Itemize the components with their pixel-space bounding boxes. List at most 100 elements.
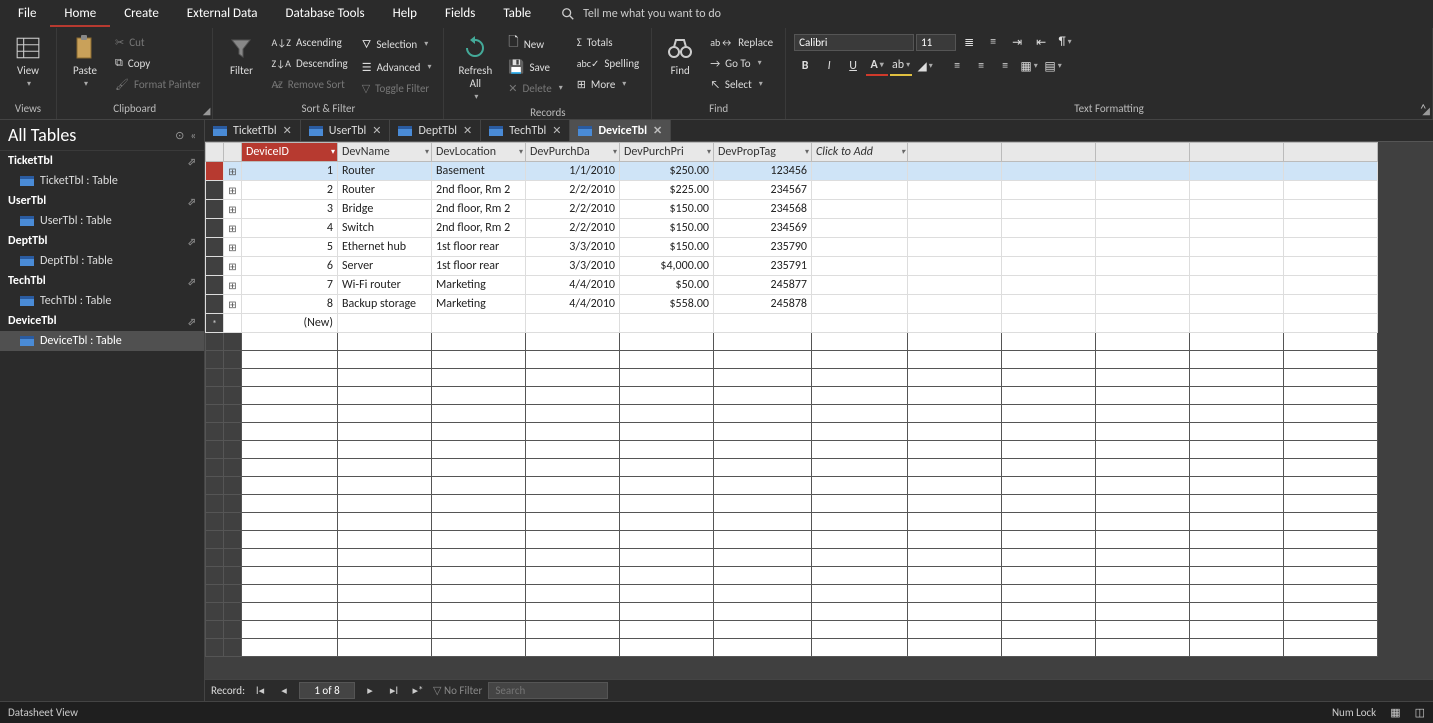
expand-row-button[interactable]: ⊞ xyxy=(224,276,242,295)
highlight-button[interactable]: ab▾ xyxy=(890,56,912,76)
empty-cell[interactable] xyxy=(908,200,1002,219)
prev-record-button[interactable]: ◂ xyxy=(275,684,293,697)
column-header-click-to-add[interactable]: Click to Add▾ xyxy=(812,143,908,162)
empty-cell[interactable] xyxy=(1190,295,1284,314)
empty-cell[interactable] xyxy=(1096,314,1190,333)
cell-devname[interactable]: Wi-Fi router xyxy=(338,276,432,295)
cell-devname[interactable]: Bridge xyxy=(338,200,432,219)
empty-cell[interactable] xyxy=(1284,219,1378,238)
cell-devlocation[interactable]: 2nd floor, Rm 2 xyxy=(432,219,526,238)
chevron-down-icon[interactable]: ▾ xyxy=(519,147,523,157)
more-button[interactable]: ⊞More▾ xyxy=(573,74,644,94)
table-row[interactable]: ⊞6Server1st floor rear3/3/2010$4,000.002… xyxy=(206,257,1378,276)
cell-devlocation[interactable]: 2nd floor, Rm 2 xyxy=(432,181,526,200)
cell-devname[interactable]: Backup storage xyxy=(338,295,432,314)
first-record-button[interactable]: I◂ xyxy=(251,684,269,697)
close-icon[interactable]: ✕ xyxy=(283,124,292,137)
cell-deviceid[interactable]: 1 xyxy=(242,162,338,181)
cell-devpurchda[interactable]: 1/1/2010 xyxy=(526,162,620,181)
row-selector-new[interactable]: * xyxy=(206,314,224,333)
font-name-combo[interactable] xyxy=(794,34,914,51)
row-selector[interactable] xyxy=(206,238,224,257)
expand-row-button[interactable]: ⊞ xyxy=(224,219,242,238)
cell-deviceid[interactable]: 7 xyxy=(242,276,338,295)
chevron-down-icon[interactable]: ▾ xyxy=(805,147,809,157)
cell-devpurchpri[interactable]: $150.00 xyxy=(620,219,714,238)
empty-cell[interactable] xyxy=(1002,200,1096,219)
font-color-button[interactable]: A▾ xyxy=(866,56,888,76)
empty-cell[interactable] xyxy=(1002,162,1096,181)
menu-external-data[interactable]: External Data xyxy=(173,2,272,27)
empty-cell[interactable] xyxy=(1190,276,1284,295)
column-header-devname[interactable]: DevName▾ xyxy=(338,143,432,162)
empty-cell[interactable] xyxy=(1190,200,1284,219)
empty-cell[interactable] xyxy=(908,219,1002,238)
select-button[interactable]: ↖Select▾ xyxy=(706,74,777,94)
cell-devpurchpri[interactable]: $225.00 xyxy=(620,181,714,200)
chevron-down-icon[interactable]: ▾ xyxy=(707,147,711,157)
format-painter-button[interactable]: 🖌Format Painter xyxy=(111,74,204,94)
remove-sort-button[interactable]: A̷ZRemove Sort xyxy=(267,74,351,94)
cell-deviceid[interactable]: 4 xyxy=(242,219,338,238)
empty-cell[interactable] xyxy=(1096,238,1190,257)
empty-cell[interactable] xyxy=(1284,276,1378,295)
empty-cell[interactable] xyxy=(1284,162,1378,181)
bullets-button[interactable]: ≣ xyxy=(958,32,980,52)
cell-devpurchda[interactable]: 2/2/2010 xyxy=(526,219,620,238)
empty-cell[interactable] xyxy=(1096,162,1190,181)
paste-button[interactable]: Paste ▾ xyxy=(65,32,105,91)
empty-cell[interactable] xyxy=(1096,200,1190,219)
cell-devname[interactable]: Server xyxy=(338,257,432,276)
cell-deviceid[interactable]: (New) xyxy=(242,314,338,333)
table-row[interactable]: ⊞5Ethernet hub1st floor rear3/3/2010$150… xyxy=(206,238,1378,257)
column-header-deviceid[interactable]: DeviceID▾ xyxy=(242,143,338,162)
font-size-combo[interactable] xyxy=(916,34,956,51)
empty-column[interactable] xyxy=(1096,143,1190,162)
cell-devpurchpri[interactable]: $150.00 xyxy=(620,200,714,219)
numbering-button[interactable]: ≡ xyxy=(982,32,1004,52)
chevron-down-icon[interactable]: ▾ xyxy=(425,147,429,157)
cell-deviceid[interactable]: 6 xyxy=(242,257,338,276)
empty-cell[interactable] xyxy=(620,314,714,333)
empty-cell[interactable] xyxy=(908,162,1002,181)
cell-add[interactable] xyxy=(812,238,908,257)
toggle-filter-button[interactable]: ▽Toggle Filter xyxy=(358,78,436,98)
cell-devproptag[interactable]: 123456 xyxy=(714,162,812,181)
doc-tab-usertbl[interactable]: UserTbl✕ xyxy=(301,120,391,141)
empty-cell[interactable] xyxy=(1190,219,1284,238)
column-header-devpurchda[interactable]: DevPurchDa▾ xyxy=(526,143,620,162)
align-right-button[interactable]: ≡ xyxy=(994,56,1016,76)
filter-indicator[interactable]: ▽ No Filter xyxy=(433,684,482,697)
design-view-button[interactable]: ◫ xyxy=(1415,706,1425,719)
empty-cell[interactable] xyxy=(1096,219,1190,238)
selection-button[interactable]: 🜄Selection▾ xyxy=(358,32,436,56)
cell-devpurchpri[interactable]: $250.00 xyxy=(620,162,714,181)
cell-add[interactable] xyxy=(812,257,908,276)
empty-cell[interactable] xyxy=(1190,162,1284,181)
empty-cell[interactable] xyxy=(526,314,620,333)
column-header-devlocation[interactable]: DevLocation▾ xyxy=(432,143,526,162)
nav-item-depttbl-table[interactable]: DeptTbl : Table xyxy=(0,251,204,271)
column-header-devpurchpri[interactable]: DevPurchPri▾ xyxy=(620,143,714,162)
empty-cell[interactable] xyxy=(1284,181,1378,200)
ascending-button[interactable]: A↓ZAscending xyxy=(267,32,351,52)
row-selector[interactable] xyxy=(206,219,224,238)
empty-column[interactable] xyxy=(1002,143,1096,162)
cell-devproptag[interactable]: 234569 xyxy=(714,219,812,238)
cell-devpurchpri[interactable]: $50.00 xyxy=(620,276,714,295)
fill-color-button[interactable]: ◢▾ xyxy=(914,56,936,76)
empty-cell[interactable] xyxy=(1284,295,1378,314)
cell-devpurchpri[interactable]: $150.00 xyxy=(620,238,714,257)
empty-cell[interactable] xyxy=(1284,200,1378,219)
filter-button[interactable]: Filter xyxy=(221,32,261,79)
cell-devlocation[interactable]: 2nd floor, Rm 2 xyxy=(432,200,526,219)
empty-cell[interactable] xyxy=(1284,314,1378,333)
view-button[interactable]: View ▾ xyxy=(8,32,48,91)
close-icon[interactable]: ✕ xyxy=(463,124,472,137)
cell-deviceid[interactable]: 2 xyxy=(242,181,338,200)
nav-collapse-icon[interactable]: « xyxy=(190,129,196,142)
menu-create[interactable]: Create xyxy=(110,2,173,27)
new-record-row[interactable]: * (New) xyxy=(206,314,1378,333)
empty-cell[interactable] xyxy=(908,257,1002,276)
cell-devproptag[interactable]: 245878 xyxy=(714,295,812,314)
